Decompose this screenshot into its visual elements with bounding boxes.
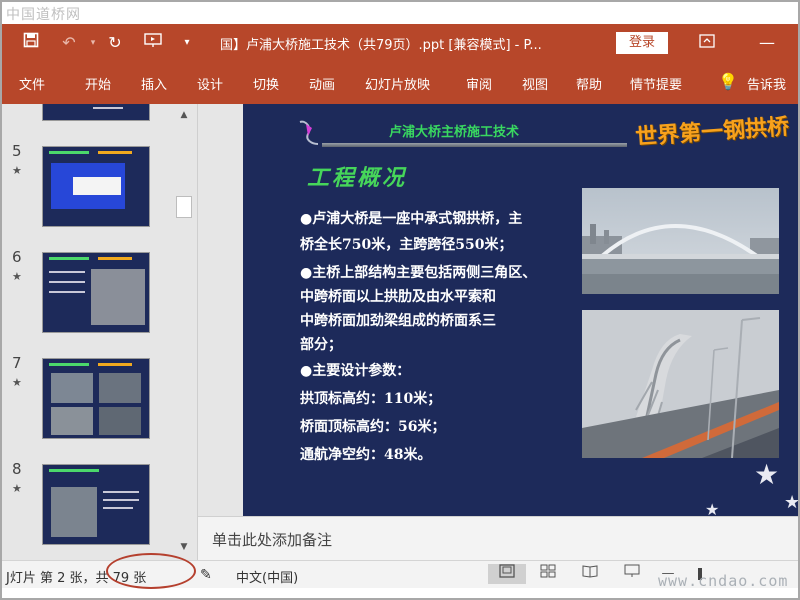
slide-thumbnail[interactable] [42,358,150,439]
body-line: 桥全长750米，主跨跨径550米； [300,237,513,253]
undo-icon[interactable]: ↶ [58,32,80,54]
animation-star-icon: ★ [12,482,22,495]
header-rule [322,143,627,147]
window-title: 国】卢浦大桥施工技术（共79页）.ppt [兼容模式] - P... [220,38,542,53]
language-status[interactable]: 中文(中国) [236,567,298,586]
scroll-up-icon[interactable]: ▲ [176,108,192,122]
reading-view-icon[interactable] [576,564,604,584]
slide-number: 8 [12,460,22,478]
tab-design[interactable]: 设计 [197,74,223,93]
tab-animations[interactable]: 动画 [309,74,335,93]
slide-number: 7 [12,354,22,372]
title-bar: ↶ ▾ ↻ ▾ 国】卢浦大桥施工技术（共79页）.ppt [兼容模式] - P.… [2,24,798,62]
animation-star-icon: ★ [12,376,22,389]
bridge-panorama-photo [582,188,779,294]
body-line: 中跨桥面以上拱肋及由水平索和 [300,289,496,305]
tab-transitions[interactable]: 切换 [253,74,279,93]
thumbnails-scrollbar[interactable] [174,104,194,560]
ribbon-display-options-icon[interactable] [696,32,718,54]
login-button[interactable]: 登录 [616,32,668,54]
tab-review[interactable]: 审阅 [466,74,492,93]
slide-logo-icon [299,120,319,145]
notes-pane[interactable]: 单击此处添加备注 [198,516,798,560]
body-line: 中跨桥面加劲梁组成的桥面系三 [300,313,496,329]
minimize-icon[interactable]: — [756,32,778,54]
slide-number: 6 [12,248,22,266]
slide-thumbnail[interactable] [42,464,150,545]
undo-dropdown-icon[interactable]: ▾ [82,32,104,54]
slide-thumbnails-panel: 5 ★ 6 ★ 7 ★ 8 ★ [2,104,198,560]
highlight-ellipse [106,553,196,589]
body-line: ●主要设计参数： [300,363,411,379]
animation-star-icon: ★ [12,270,22,283]
body-line: ●主桥上部结构主要包括两侧三角区、 [300,265,537,281]
slide-thumbnail[interactable] [42,104,150,121]
body-line: ●卢浦大桥是一座中承式钢拱桥，主 [300,211,523,227]
tab-storyboarding[interactable]: 情节提要 [630,74,682,93]
animation-star-icon: ★ [12,164,22,177]
body-line: 桥面顶标高约：56米； [300,419,446,435]
slide-number: 5 [12,142,22,160]
tab-file[interactable]: 文件 [19,74,45,93]
powerpoint-window: 中国道桥网 ↶ ▾ ↻ ▾ 国】卢浦大桥施工技术（共79页）.ppt [兼容模式… [0,0,800,600]
body-line: 拱顶标高约：110米； [300,391,442,407]
scrollbar-thumb[interactable] [176,196,192,218]
tab-slideshow[interactable]: 幻灯片放映 [365,74,430,93]
slide-header: 卢浦大桥主桥施工技术 [389,125,520,140]
scroll-down-icon[interactable]: ▼ [176,540,192,554]
tab-home[interactable]: 开始 [85,74,111,93]
slide-thumbnail[interactable] [42,252,150,333]
bridge-deck-photo [582,310,779,458]
lightbulb-icon[interactable]: 💡 [718,72,738,91]
slideshow-view-icon[interactable] [618,564,646,584]
tell-me-search[interactable]: 告诉我 [747,74,786,93]
tab-insert[interactable]: 插入 [141,74,167,93]
tab-view[interactable]: 视图 [522,74,548,93]
slideshow-from-beginning-icon[interactable] [142,32,164,54]
star-decoration-icon: ★ [754,458,780,491]
save-icon[interactable] [20,32,42,54]
watermark-top: 中国道桥网 [6,7,81,23]
normal-view-icon[interactable] [488,564,526,584]
star-decoration-icon: ★ [784,492,800,513]
section-title: 工程概况 [307,165,408,191]
tab-help[interactable]: 帮助 [576,74,602,93]
slide-thumbnail[interactable] [42,146,150,227]
watermark-bottom: www.cndao.com [658,572,789,590]
ribbon-tabs: 文件 开始 插入 设计 切换 动画 幻灯片放映 审阅 视图 帮助 情节提要 💡 … [2,62,798,104]
body-line: 通航净空约：48米。 [300,447,432,463]
body-line: 部分； [300,337,342,353]
spellcheck-icon[interactable]: ✎ [200,567,212,583]
notes-placeholder[interactable]: 单击此处添加备注 [212,529,332,550]
slide-sorter-icon[interactable] [534,564,562,584]
redo-icon[interactable]: ↻ [104,32,126,54]
customize-toolbar-icon[interactable]: ▾ [176,32,198,54]
